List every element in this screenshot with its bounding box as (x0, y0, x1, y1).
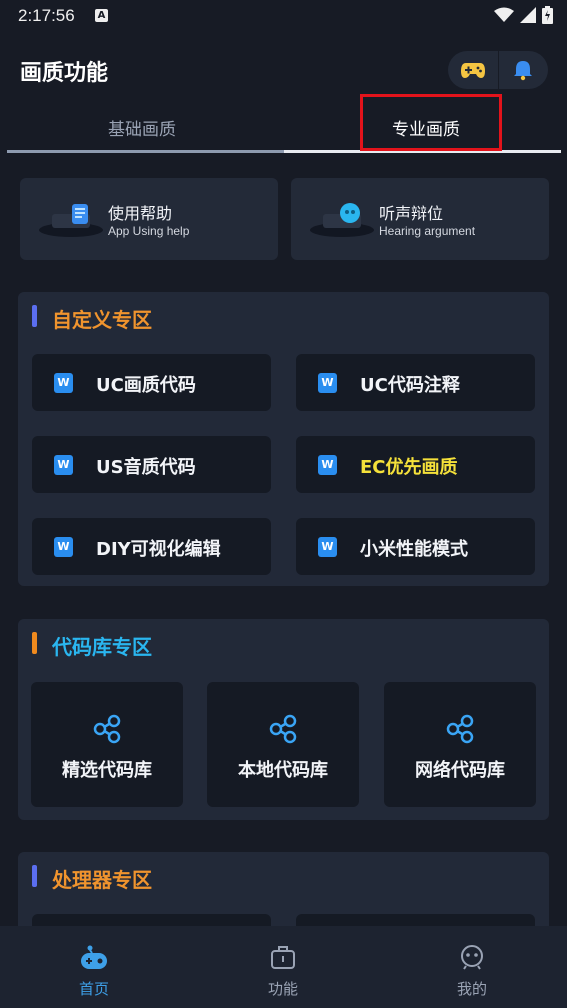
signal-icon (520, 7, 536, 23)
help-card-subtitle: App Using help (108, 224, 190, 238)
word-doc-icon: W (318, 537, 337, 557)
page-title: 画质功能 (20, 61, 109, 86)
word-doc-icon: W (318, 455, 337, 475)
item-uc-quality-code[interactable]: W UC画质代码 (32, 354, 271, 411)
section-marker (32, 632, 37, 654)
share-icon (446, 714, 474, 744)
word-doc-icon: W (54, 455, 73, 475)
item-xiaomi-performance[interactable]: W 小米性能模式 (296, 518, 535, 575)
help-card-subtitle: Hearing argument (379, 224, 476, 238)
robot-face-icon (461, 945, 483, 970)
library-label: 网络代码库 (415, 760, 505, 781)
nav-home[interactable]: 首页 (49, 944, 139, 999)
nav-mine-label: 我的 (456, 980, 487, 998)
section-title: 自定义专区 (52, 308, 152, 332)
battery-icon (542, 6, 553, 24)
help-card-title: 使用帮助 (108, 204, 173, 223)
item-us-audio-code[interactable]: W US音质代码 (32, 436, 271, 493)
nav-mine[interactable]: 我的 (427, 944, 517, 999)
toolbox-icon (271, 946, 295, 969)
help-card-title: 听声辩位 (379, 204, 444, 223)
gamepad-button[interactable] (448, 51, 498, 89)
gamepad-home-icon (81, 945, 107, 969)
library-network[interactable]: 网络代码库 (384, 682, 536, 807)
hearing-device-icon (310, 203, 374, 237)
item-label: DIY可视化编辑 (96, 539, 221, 560)
item-uc-code-notes[interactable]: W UC代码注释 (296, 354, 535, 411)
nav-functions[interactable]: 功能 (238, 944, 328, 999)
word-doc-icon: W (54, 373, 73, 393)
nav-functions-label: 功能 (267, 980, 298, 998)
help-card-hearing[interactable]: 听声辩位 Hearing argument (291, 178, 549, 260)
bell-icon (514, 61, 533, 81)
section-title: 代码库专区 (52, 635, 152, 659)
section-marker (32, 865, 37, 887)
custom-section: 自定义专区 W UC画质代码 W UC代码注释 W US音质代码 W EC优先画… (18, 292, 549, 586)
wifi-icon (494, 7, 514, 22)
library-label: 本地代码库 (238, 760, 328, 781)
item-label: EC优先画质 (360, 457, 458, 478)
system-icons (494, 6, 553, 24)
library-label: 精选代码库 (62, 760, 152, 781)
section-title: 处理器专区 (52, 868, 152, 892)
item-label: US音质代码 (96, 457, 196, 478)
word-doc-icon: W (318, 373, 337, 393)
header-actions (448, 51, 548, 89)
status-time: 2:17:56 (18, 6, 75, 25)
highlight-box (360, 94, 502, 151)
tab-underline-basic (7, 150, 284, 153)
gamepad-icon (460, 63, 485, 78)
bottom-nav: 首页 功能 我的 (0, 926, 567, 1008)
item-diy-visual-edit[interactable]: W DIY可视化编辑 (32, 518, 271, 575)
share-icon (93, 714, 121, 744)
tab-basic-quality[interactable]: 基础画质 (108, 115, 176, 140)
nav-home-label: 首页 (78, 980, 109, 998)
item-ec-priority-quality[interactable]: W EC优先画质 (296, 436, 535, 493)
library-local[interactable]: 本地代码库 (207, 682, 359, 807)
library-featured[interactable]: 精选代码库 (31, 682, 183, 807)
item-label: UC画质代码 (96, 375, 196, 396)
share-icon (269, 714, 297, 744)
word-doc-icon: W (54, 537, 73, 557)
status-bar: 2:17:56 A (0, 0, 567, 32)
item-label: UC代码注释 (360, 375, 460, 396)
section-marker (32, 305, 37, 327)
item-label: 小米性能模式 (360, 539, 468, 560)
help-device-icon (39, 204, 103, 237)
notification-icon: A (95, 9, 108, 22)
help-card-usage[interactable]: 使用帮助 App Using help (20, 178, 278, 260)
notification-button[interactable] (499, 51, 549, 89)
